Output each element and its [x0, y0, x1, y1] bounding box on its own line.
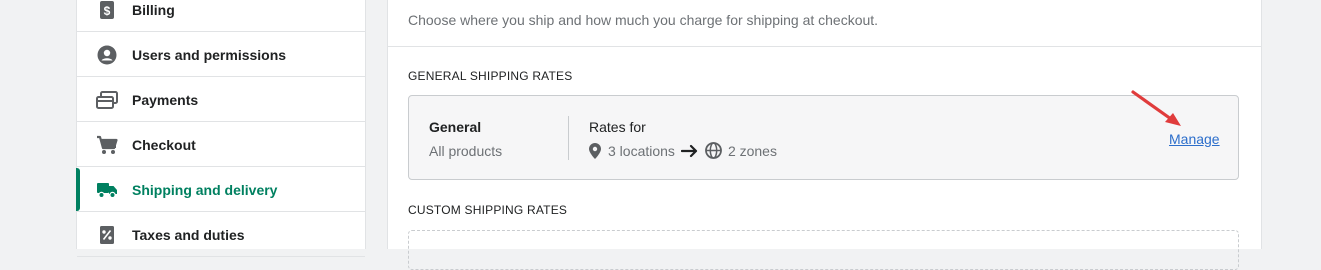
header-divider [388, 46, 1261, 47]
sidebar-item-taxes-and-duties[interactable]: Taxes and duties [77, 213, 365, 257]
zones-count: 2 zones [727, 142, 777, 159]
payment-card-icon [96, 89, 118, 111]
dollar-document-icon: $ [96, 0, 118, 21]
sidebar-item-label: Shipping and delivery [132, 181, 278, 198]
annotation-arrow-icon [1131, 90, 1181, 126]
shipping-settings-panel: Choose where you ship and how much you c… [387, 0, 1262, 270]
general-shipping-profile-card: General All products Rates for 3 locatio… [408, 90, 1239, 180]
user-circle-icon [96, 44, 118, 66]
arrow-right-icon [680, 144, 699, 158]
rates-for-label: Rates for [589, 119, 646, 135]
percent-receipt-icon [96, 224, 118, 246]
truck-icon [96, 179, 118, 201]
cart-icon [96, 134, 118, 156]
card-divider [568, 116, 569, 160]
active-indicator [76, 168, 80, 211]
sidebar-item-checkout[interactable]: Checkout [77, 123, 365, 167]
sidebar-item-label: Billing [132, 1, 175, 18]
custom-shipping-rates-heading: CUSTOM SHIPPING RATES [408, 203, 568, 217]
custom-rates-placeholder [408, 230, 1239, 270]
sidebar-item-payments[interactable]: Payments [77, 78, 365, 122]
locations-count: 3 locations [608, 142, 675, 159]
sidebar-item-label: Users and permissions [132, 46, 287, 63]
sidebar-item-billing[interactable]: $ Billing [77, 0, 365, 32]
globe-icon [705, 142, 722, 159]
profile-products: All products [429, 143, 503, 159]
sidebar-item-users-and-permissions[interactable]: Users and permissions [77, 33, 365, 77]
sidebar-item-label: Taxes and duties [132, 226, 245, 243]
sidebar-item-label: Payments [132, 91, 199, 108]
settings-sidebar: $ Billing Users and permissions Payments… [76, 0, 366, 257]
rates-summary: 3 locations 2 zones [589, 142, 777, 159]
svg-text:$: $ [104, 4, 111, 18]
general-shipping-rates-heading: GENERAL SHIPPING RATES [408, 69, 573, 83]
profile-name: General [429, 119, 482, 135]
page-description: Choose where you ship and how much you c… [408, 12, 879, 28]
sidebar-item-label: Checkout [132, 136, 196, 153]
sidebar-item-shipping-and-delivery[interactable]: Shipping and delivery [76, 168, 365, 212]
location-pin-icon [589, 142, 601, 159]
